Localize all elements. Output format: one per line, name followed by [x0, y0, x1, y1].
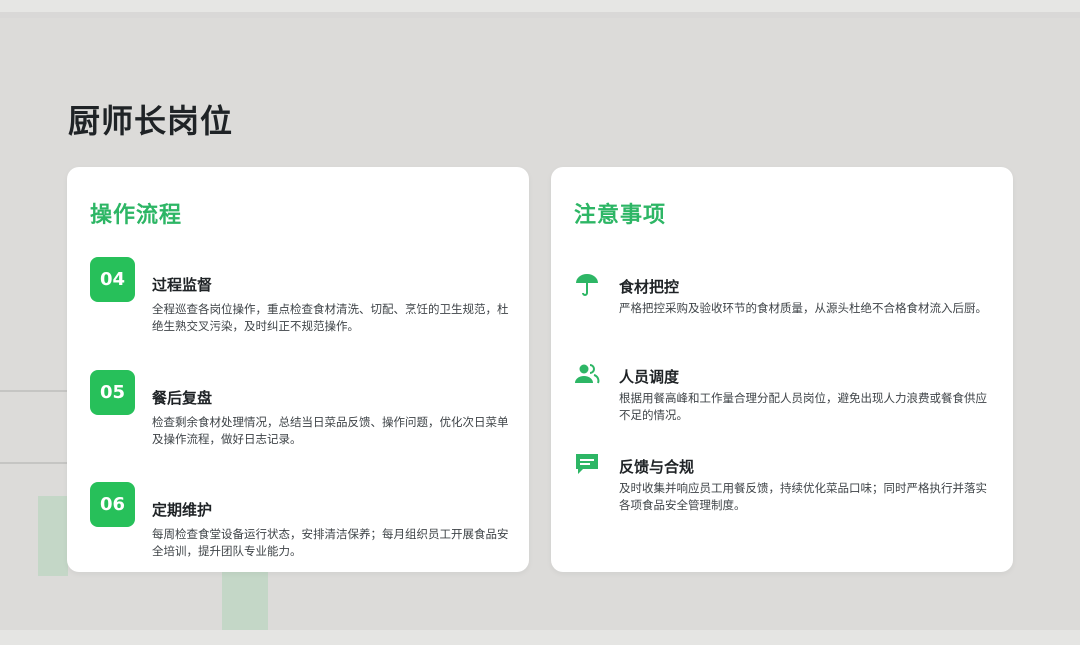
background-band-top — [0, 0, 1080, 12]
step-number-badge: 04 — [90, 257, 135, 302]
step-title: 餐后复盘 — [152, 389, 213, 407]
chat-bubble-icon — [576, 454, 598, 474]
background-green-block — [38, 496, 68, 576]
step-number-badge: 05 — [90, 370, 135, 415]
note-title: 人员调度 — [619, 368, 680, 386]
note-description: 根据用餐高峰和工作量合理分配人员岗位，避免出现人力浪费或餐食供应不足的情况。 — [619, 391, 987, 422]
precautions-card: 注意事项 食材把控 严格把控采购及验收环节的食材质量，从源头杜绝不合格食材流入后… — [551, 167, 1013, 572]
note-title: 反馈与合规 — [619, 458, 695, 476]
step-title: 定期维护 — [152, 501, 213, 519]
step-description: 检查剩余食材处理情况，总结当日菜品反馈、操作问题，优化次日菜单及操作流程，做好日… — [152, 415, 509, 446]
background-line — [0, 390, 70, 392]
umbrella-icon — [576, 274, 598, 296]
note-description: 严格把控采购及验收环节的食材质量，从源头杜绝不合格食材流入后厨。 — [619, 301, 987, 315]
step-number-badge: 06 — [90, 482, 135, 527]
background-green-block — [222, 572, 268, 630]
card-title: 操作流程 — [90, 203, 183, 228]
note-title: 食材把控 — [619, 278, 680, 296]
step-title: 过程监督 — [152, 276, 213, 294]
card-title: 注意事项 — [574, 203, 667, 228]
page-title: 厨师长岗位 — [68, 102, 234, 140]
step-description: 每周检查食堂设备运行状态，安排清洁保养；每月组织员工开展食品安全培训，提升团队专… — [152, 527, 509, 558]
operation-flow-card: 操作流程 04 过程监督 全程巡查各岗位操作，重点检查食材清洗、切配、烹饪的卫生… — [67, 167, 529, 572]
note-description: 及时收集并响应员工用餐反馈，持续优化菜品口味；同时严格执行并落实各项食品安全管理… — [619, 481, 987, 512]
people-icon — [575, 364, 600, 384]
step-description: 全程巡查各岗位操作，重点检查食材清洗、切配、烹饪的卫生规范，杜绝生熟交叉污染，及… — [152, 302, 509, 333]
background-line — [0, 462, 70, 464]
background-band-bottom — [0, 630, 1080, 645]
